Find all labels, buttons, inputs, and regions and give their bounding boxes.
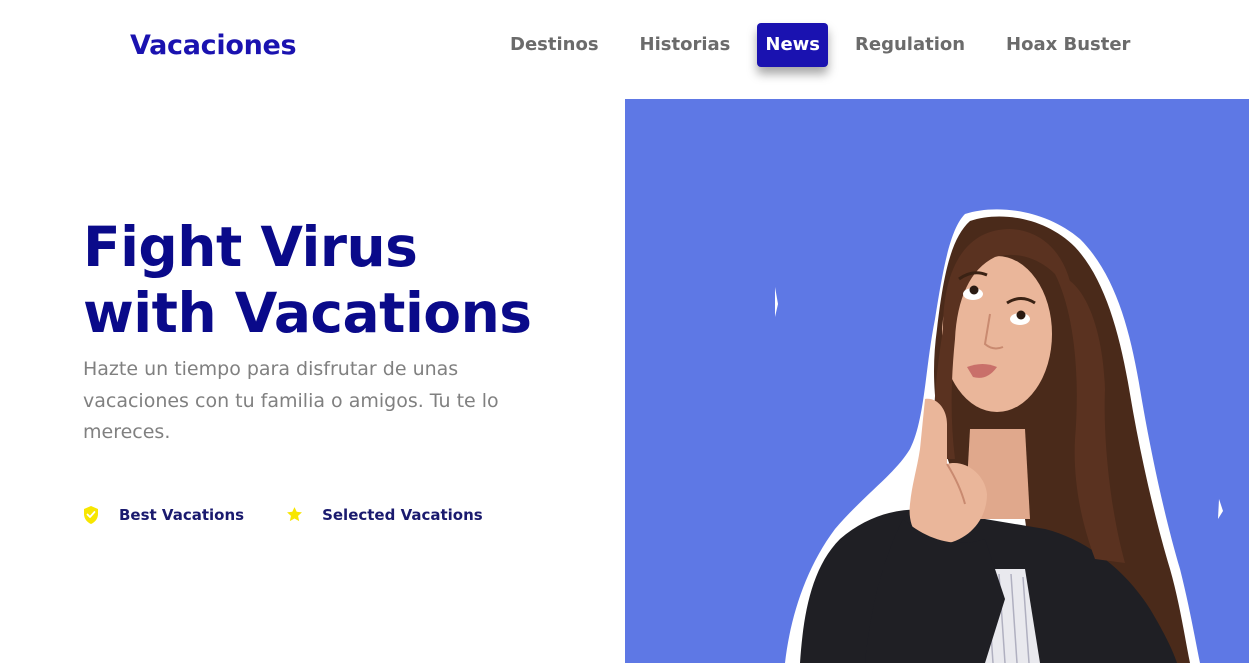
hero-title-line-1: Fight Virus [83,215,418,279]
nav-item-regulation[interactable]: Regulation [841,24,979,66]
feature-best-vacations: Best Vacations [83,506,244,524]
feature-label: Selected Vacations [322,506,483,524]
hero-image [625,99,1249,663]
woman-thinking-illustration [775,209,1223,663]
hero-subtitle: Hazte un tiempo para disfrutar de unas v… [83,358,499,443]
hero-title: Fight Virus with Vacations [83,214,603,346]
feature-label: Best Vacations [119,506,245,524]
nav-item-destinos[interactable]: Destinos [496,24,613,66]
feature-list: Best Vacations Selected Vacations [83,506,525,524]
nav-item-hoax-buster[interactable]: Hoax Buster [992,24,1144,66]
nav-item-historias[interactable]: Historias [626,24,745,66]
feature-selected-vacations: Selected Vacations [286,506,483,524]
brand-logo[interactable]: Vacaciones [130,30,297,61]
main-nav: Destinos Historias News Regulation Hoax … [496,23,1157,67]
page: Vacaciones Destinos Historias News Regul… [0,0,1249,663]
star-icon [286,506,303,524]
nav-item-news[interactable]: News [757,23,828,67]
hero-title-line-2: with Vacations [83,281,532,345]
shield-icon [83,506,99,524]
